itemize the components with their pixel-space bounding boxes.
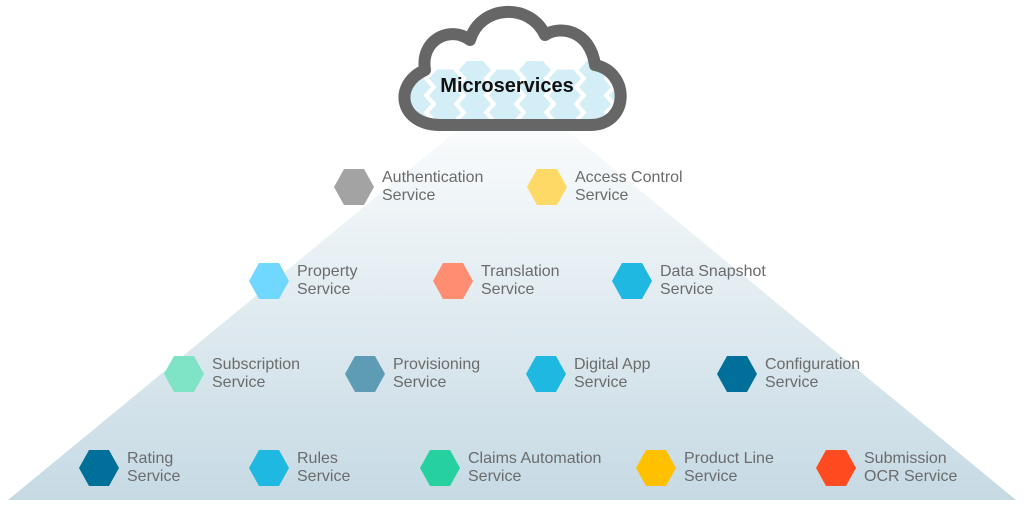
service-item: Product Line Service (636, 450, 774, 486)
hexagon-icon (816, 450, 856, 486)
hexagon-icon (79, 450, 119, 486)
service-label: Product Line Service (684, 450, 774, 485)
service-label: Submission OCR Service (864, 450, 958, 485)
service-label: Claims Automation Service (468, 450, 602, 485)
service-item: Submission OCR Service (816, 450, 957, 486)
hexagon-icon (249, 263, 289, 299)
service-item: Data Snapshot Service (612, 263, 766, 299)
service-label: Configuration Service (765, 356, 861, 391)
hexagon-icon (612, 263, 652, 299)
service-item: Translation Service (433, 263, 560, 299)
service-item: Rules Service (249, 450, 350, 486)
hexagon-icon (433, 263, 473, 299)
cloud-hexagon (549, 103, 581, 122)
hexagon-icon (334, 169, 374, 205)
service-label: Property Service (297, 263, 358, 298)
service-item: Claims Automation Service (420, 450, 601, 486)
diagram-title: Microservices (440, 75, 574, 97)
service-label: Translation Service (481, 263, 560, 298)
service-label: Data Snapshot Service (660, 263, 766, 298)
hexagon-icon (636, 450, 676, 486)
hexagon-icon (526, 356, 566, 392)
service-item: Subscription Service (164, 356, 300, 392)
hexagon-icon (249, 450, 289, 486)
hexagon-icon (420, 450, 460, 486)
service-label: Subscription Service (212, 356, 301, 391)
service-item: Rating Service (79, 450, 180, 486)
service-label: Access Control Service (575, 169, 683, 204)
hexagon-icon (527, 169, 567, 205)
service-label: Authentication Service (382, 169, 484, 204)
service-item: Authentication Service (334, 169, 483, 205)
service-label: Provisioning Service (393, 356, 481, 391)
hexagon-icon (164, 356, 204, 392)
service-item: Provisioning Service (345, 356, 480, 392)
service-item: Configuration Service (717, 356, 860, 392)
service-item: Property Service (249, 263, 357, 299)
service-item: Access Control Service (527, 169, 683, 205)
microservices-diagram: Microservices Authentication Service Acce… (0, 0, 1024, 511)
service-label: Rating Service (127, 450, 181, 485)
hexagon-icon (345, 356, 385, 392)
service-item: Digital App Service (526, 356, 651, 392)
service-label: Rules Service (297, 450, 351, 485)
hexagon-icon (717, 356, 757, 392)
service-label: Digital App Service (574, 356, 651, 391)
